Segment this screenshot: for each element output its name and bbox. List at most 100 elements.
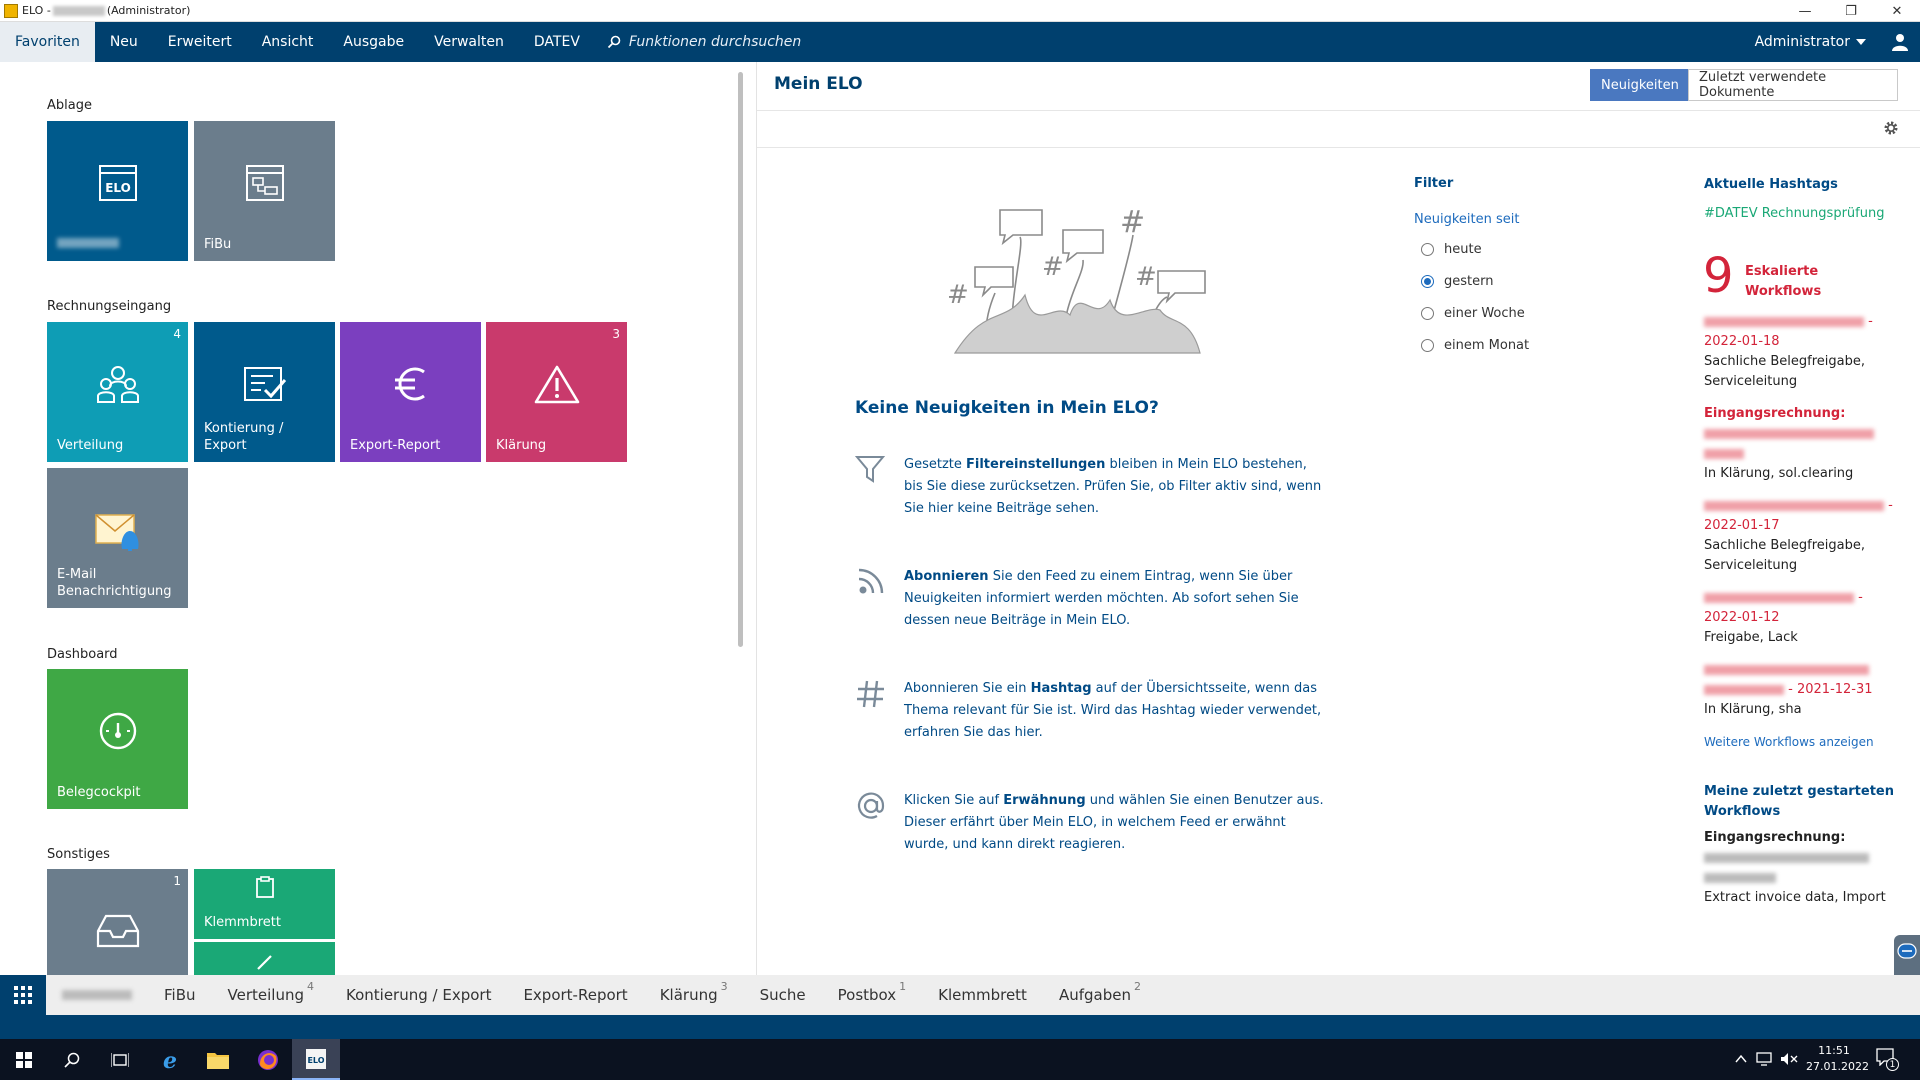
bottom-tab-klemmbrett[interactable]: Klemmbrett (922, 986, 1043, 1004)
tile-fibu[interactable]: FiBu (194, 121, 335, 261)
tab-ausgabe[interactable]: Ausgabe (328, 22, 419, 62)
internet-explorer-icon: e (163, 1049, 177, 1071)
euro-icon (394, 367, 425, 401)
tile-postbox[interactable]: 1 (47, 869, 188, 975)
svg-text:e: e (163, 1049, 177, 1071)
pane-divider[interactable] (756, 62, 757, 975)
escalated-item-5[interactable]: - 2021-12-31 In Klärung, sha (1704, 660, 1904, 720)
notification-center-button[interactable]: 1 (1876, 1048, 1900, 1072)
app-grid-button[interactable] (0, 975, 46, 1015)
checklist-icon (243, 367, 286, 401)
tile-email-benachrichtigung-label: E-Mail Benachrichtigung (57, 567, 172, 599)
taskbar-explorer[interactable] (194, 1039, 242, 1080)
tab-zuletzt-verwendete-dokumente[interactable]: Zuletzt verwendete Dokumente (1688, 69, 1898, 101)
escalated-item-4[interactable]: - 2022-01-12 Freigabe, Lack (1704, 588, 1904, 648)
tab-erweitert[interactable]: Erweitert (153, 22, 247, 62)
bottom-tab-verteilung[interactable]: Verteilung 4 (212, 980, 330, 1004)
volume-muted-icon[interactable] (1780, 1052, 1798, 1066)
bottom-tab-kontierung-export[interactable]: Kontierung / Export (330, 986, 507, 1004)
header-separator (757, 110, 1920, 111)
tile-export-report[interactable]: Export-Report (340, 322, 481, 462)
tile-kontierung-export[interactable]: Kontierung / Export (194, 322, 335, 462)
network-icon[interactable] (1756, 1052, 1774, 1066)
firefox-icon (258, 1049, 278, 1070)
left-pane-scrollbar[interactable] (738, 72, 743, 647)
tab-ansicht[interactable]: Ansicht (247, 22, 329, 62)
radio-monat[interactable] (1421, 339, 1434, 352)
warning-icon (534, 365, 579, 404)
tile-belegcockpit[interactable]: Belegcockpit (47, 669, 188, 809)
close-button[interactable]: ✕ (1874, 0, 1920, 22)
people-icon (96, 366, 139, 403)
teamviewer-icon (1897, 943, 1917, 959)
filter-option-heute[interactable]: heute (1421, 242, 1482, 257)
window-app-name: ELO - (22, 4, 51, 17)
svg-text:ELO: ELO (307, 1056, 324, 1065)
bottom-tab-aufgaben[interactable]: Aufgaben 2 (1043, 980, 1157, 1004)
tip-mention-bold: Erwähnung (1003, 793, 1086, 808)
tile-kontierung-export-label: Kontierung / Export (204, 421, 284, 453)
chevron-down-icon (1856, 39, 1866, 45)
gear-icon[interactable] (1883, 120, 1899, 136)
escalated-item-3-date: 2022-01-17 (1704, 518, 1780, 533)
clipboard-icon (255, 876, 274, 898)
bottom-tab-postbox[interactable]: Postbox 1 (822, 980, 923, 1004)
tip-hashtag-bold: Hashtag (1030, 681, 1092, 696)
taskbar-firefox[interactable] (244, 1039, 292, 1080)
tile-klemmbrett-label: Klemmbrett (204, 915, 281, 930)
escalated-item-2[interactable]: Eingangsrechnung: In Klärung, sol.cleari… (1704, 404, 1904, 484)
bottom-tab-fibu[interactable]: FiBu (148, 986, 212, 1004)
bottom-tab-suche-label: Suche (759, 986, 806, 1004)
gauge-icon (99, 712, 136, 750)
filter-option-gestern[interactable]: gestern (1421, 274, 1493, 289)
escalated-item-3[interactable]: - 2022-01-17 Sachliche Belegfreigabe, Se… (1704, 496, 1904, 576)
minimize-button[interactable]: — (1782, 0, 1828, 22)
tile-aufgaben-partial[interactable] (194, 942, 335, 975)
svg-text:#: # (1120, 205, 1145, 240)
tab-favoriten[interactable]: Favoriten (0, 22, 95, 62)
taskbar-elo[interactable]: ELO (292, 1039, 340, 1080)
started-workflow-item[interactable]: Eingangsrechnung: Extract invoice data, … (1704, 828, 1904, 908)
filter-title: Filter (1414, 176, 1454, 191)
notification-badge: 1 (1886, 1058, 1899, 1071)
user-profile-button[interactable] (1880, 22, 1920, 62)
tile-verteilung-badge: 4 (173, 327, 181, 341)
bottom-tab-klemmbrett-label: Klemmbrett (938, 986, 1027, 1004)
tab-neu[interactable]: Neu (95, 22, 153, 62)
maximize-button[interactable]: ❐ (1828, 0, 1874, 22)
hashtag-link[interactable]: #DATEV Rechnungsprüfung (1704, 204, 1904, 224)
tile-email-benachrichtigung[interactable]: E-Mail Benachrichtigung (47, 468, 188, 608)
user-menu[interactable]: Administrator (1755, 34, 1866, 50)
radio-heute[interactable] (1421, 243, 1434, 256)
tile-klaerung-label: Klärung (496, 438, 547, 453)
tile-klaerung[interactable]: 3 Klärung (486, 322, 627, 462)
hashtag-icon (857, 680, 884, 708)
escalated-item-3-line2: Serviceleitung (1704, 558, 1798, 573)
escalated-label[interactable]: Eskalierte Workflows (1745, 262, 1920, 302)
task-view-button[interactable] (96, 1039, 144, 1080)
escalated-item-1[interactable]: - 2022-01-18 Sachliche Belegfreigabe, Se… (1704, 312, 1904, 392)
tab-verwalten[interactable]: Verwalten (419, 22, 519, 62)
radio-woche[interactable] (1421, 307, 1434, 320)
start-button[interactable] (0, 1039, 48, 1080)
tab-neuigkeiten[interactable]: Neuigkeiten (1590, 69, 1688, 101)
radio-gestern[interactable] (1421, 275, 1434, 288)
taskbar-edge[interactable]: e (146, 1039, 194, 1080)
bottom-tab-export-report[interactable]: Export-Report (507, 986, 643, 1004)
taskbar-search-button[interactable] (48, 1039, 96, 1080)
bottom-tab-archive[interactable] (46, 990, 148, 1000)
tile-verteilung[interactable]: 4 Verteilung (47, 322, 188, 462)
tab-datev[interactable]: DATEV (519, 22, 595, 62)
filter-option-monat[interactable]: einem Monat (1421, 338, 1529, 353)
taskbar-clock[interactable]: 11:51 27.01.2022 (1806, 1043, 1869, 1075)
started-item-status: Extract invoice data, Import (1704, 890, 1886, 905)
tile-klemmbrett[interactable]: Klemmbrett (194, 869, 335, 939)
tray-expand-icon[interactable] (1735, 1054, 1747, 1064)
tile-ablage-archive[interactable]: ELO (47, 121, 188, 261)
filter-option-woche[interactable]: einer Woche (1421, 306, 1525, 321)
bottom-tab-suche[interactable]: Suche (744, 986, 822, 1004)
function-search[interactable]: Funktionen durchsuchen (595, 34, 801, 50)
more-workflows-link[interactable]: Weitere Workflows anzeigen (1704, 732, 1904, 752)
tip-hashtag: Abonnieren Sie ein Hashtag auf der Übers… (904, 678, 1324, 744)
bottom-tab-klaerung[interactable]: Klärung 3 (644, 980, 744, 1004)
